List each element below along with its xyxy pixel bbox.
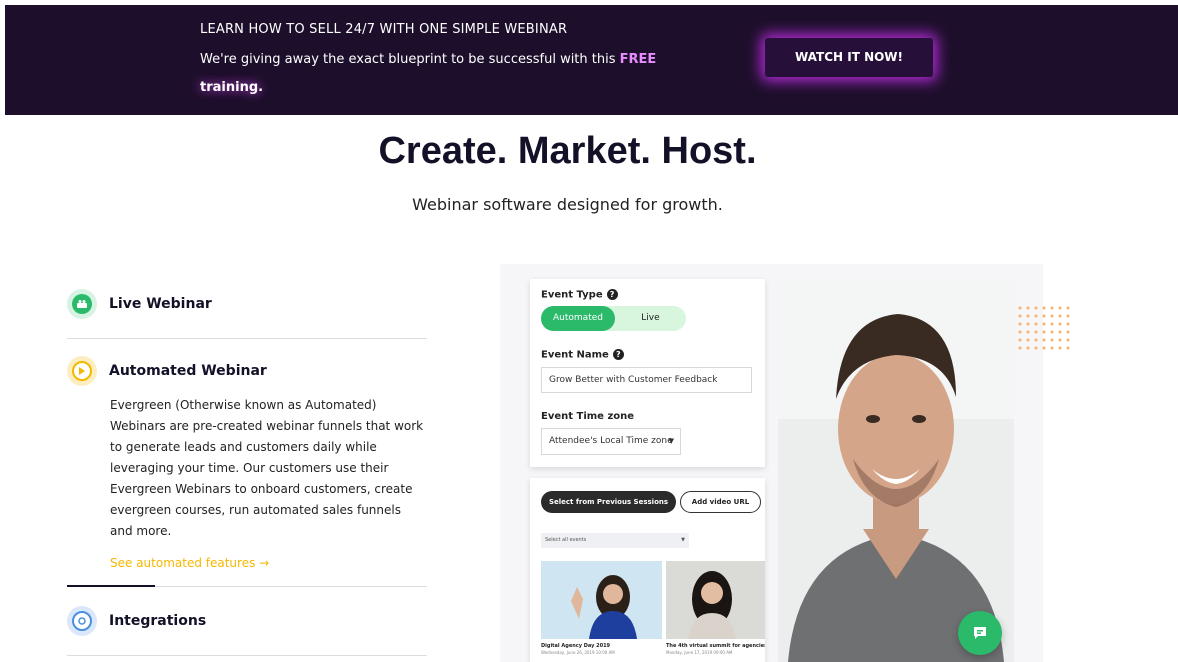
feature-automated-webinar[interactable]: Automated Webinar [67, 347, 427, 395]
hero-subline: Webinar software designed for growth. [412, 195, 723, 214]
divider-active [67, 585, 427, 587]
caret-down-icon: ▼ [668, 437, 674, 445]
event-name-label: Event Name? [541, 349, 624, 361]
feature-automated-label: Automated Webinar [109, 363, 267, 379]
banner-text: We're giving away the exact blueprint to… [200, 46, 680, 102]
caret-down-icon: ▼ [681, 537, 685, 543]
question-circle-icon[interactable]: ? [612, 349, 624, 360]
feature-live-label: Live Webinar [109, 296, 212, 312]
toggle-automated[interactable]: Automated [541, 306, 615, 331]
select-events-placeholder: Select all events [545, 537, 587, 543]
event-timezone-value: Attendee's Local Time zone [549, 436, 673, 446]
session-1-title: Digital Agency Day 2019 [541, 643, 611, 649]
promo-banner: LEARN HOW TO SELL 24/7 WITH ONE SIMPLE W… [5, 5, 1178, 115]
sessions-card: Select from Previous Sessions Add video … [530, 478, 765, 662]
feature-integrations[interactable]: Integrations [67, 597, 427, 645]
banner-training-highlight: training. [200, 80, 264, 95]
event-settings-card: Event Type? Automated Live Event Name? G… [530, 279, 765, 467]
event-name-input[interactable]: Grow Better with Customer Feedback [541, 367, 752, 393]
banner-free-highlight: FREE [619, 52, 657, 67]
session-2-title: The 4th virtual summit for agencies - [666, 643, 765, 649]
divider [67, 655, 427, 656]
banner-text-prefix: We're giving away the exact blueprint to… [200, 52, 620, 67]
play-icon [67, 356, 97, 386]
feature-list: Live Webinar Automated Webinar Evergreen… [67, 280, 427, 656]
toggle-live[interactable]: Live [615, 306, 686, 331]
hero-headline: Create. Market. Host. [378, 130, 757, 172]
event-name-label-text: Event Name [541, 349, 609, 361]
session-2-date: Monday, June 17, 2019 09:00 AM [666, 650, 733, 655]
watch-it-now-button[interactable]: WATCH IT NOW! [765, 38, 933, 77]
session-thumbnail-2[interactable] [666, 561, 765, 639]
session-1-date: Wednesday, June 26, 2019 10:00 AM [541, 650, 615, 655]
presenter-photo [778, 279, 1014, 662]
camera-people-icon [67, 289, 97, 319]
banner-title: LEARN HOW TO SELL 24/7 WITH ONE SIMPLE W… [200, 22, 568, 37]
event-timezone-select[interactable]: Attendee's Local Time zone ▼ [541, 428, 681, 455]
chat-bubble-icon[interactable] [958, 611, 1002, 655]
feature-live-webinar[interactable]: Live Webinar [67, 280, 427, 328]
page: LEARN HOW TO SELL 24/7 WITH ONE SIMPLE W… [0, 0, 1178, 662]
question-circle-icon[interactable]: ? [606, 289, 618, 300]
select-events-dropdown[interactable]: Select all events ▼ [541, 533, 689, 548]
event-type-toggle[interactable]: Automated Live [541, 306, 686, 331]
event-timezone-label: Event Time zone [541, 411, 635, 422]
see-automated-features-link[interactable]: See automated features → [110, 556, 427, 586]
sync-icon [67, 606, 97, 636]
feature-integrations-label: Integrations [109, 613, 207, 629]
event-type-label: Event Type? [541, 289, 618, 301]
event-type-label-text: Event Type [541, 289, 603, 301]
select-previous-sessions-button[interactable]: Select from Previous Sessions [541, 491, 676, 513]
decorative-dot-grid [1017, 305, 1073, 353]
session-thumbnail-1[interactable] [541, 561, 662, 639]
add-video-url-button[interactable]: Add video URL [680, 491, 761, 513]
feature-automated-description: Evergreen (Otherwise known as Automated)… [110, 398, 424, 538]
